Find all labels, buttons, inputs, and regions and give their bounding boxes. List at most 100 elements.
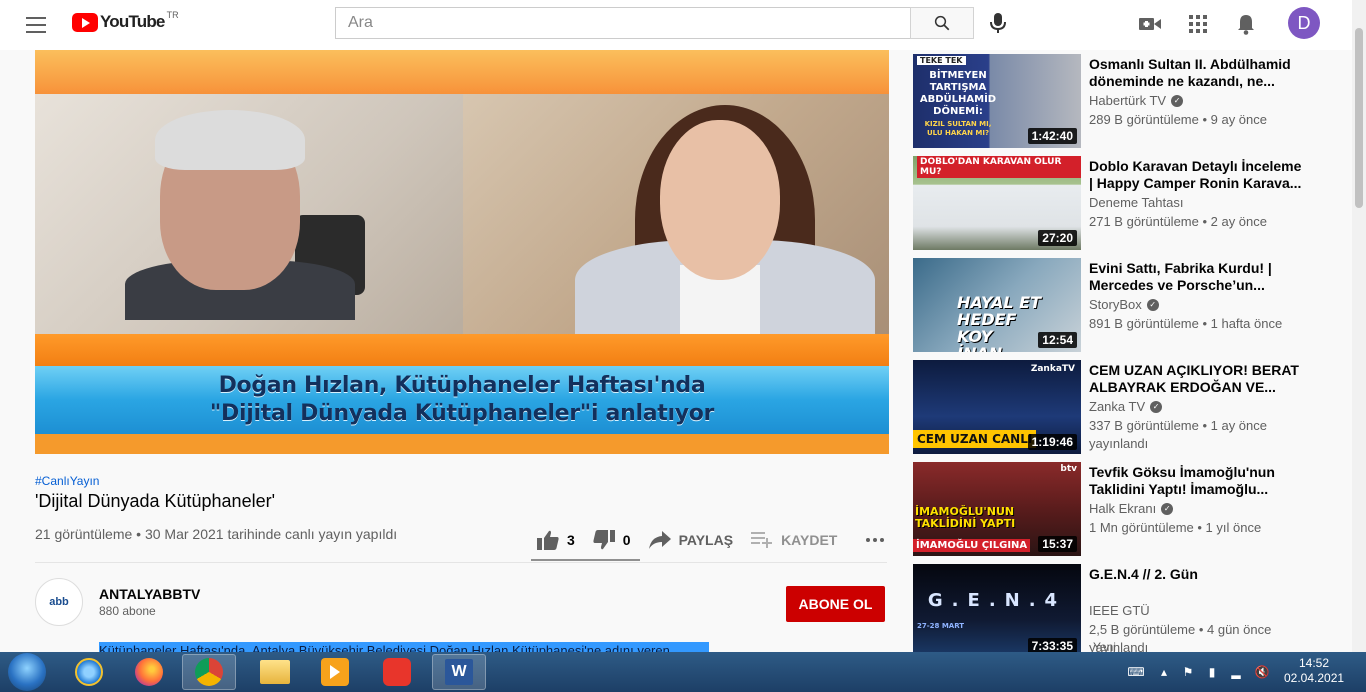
video-thumbnail[interactable]: G.E.N.4 27-28 MART 7:33:35: [913, 564, 1081, 658]
taskbar-chrome[interactable]: [182, 654, 236, 690]
recommendation-item[interactable]: TEKE TEK BİTMEYEN TARTIŞMA ABDÜLHAMİD DÖ…: [913, 54, 1343, 148]
recommendation-channel[interactable]: IEEE GTÜ: [1089, 603, 1150, 618]
firefox-icon: [135, 658, 163, 686]
recommendation-item[interactable]: G.E.N.4 27-28 MART 7:33:35 G.E.N.4 // 2.…: [913, 564, 1343, 658]
scrollbar-thumb[interactable]: [1355, 28, 1363, 208]
thumb-text: İMAMOĞLU'NUN TAKLİDİNİ YAPTI: [915, 505, 1016, 530]
duration-badge: 12:54: [1038, 332, 1077, 348]
dislike-count: 0: [622, 532, 631, 548]
notifications-bell-icon[interactable]: [1234, 12, 1258, 36]
recommendation-title[interactable]: CEM UZAN AÇIKLIYOR! BERAT ALBAYRAK ERDOĞ…: [1089, 362, 1309, 396]
channel-avatar-logo: abb: [49, 596, 69, 608]
action-center-flag-icon[interactable]: ⚑: [1180, 664, 1196, 680]
recommendation-channel[interactable]: Zanka TV ✓: [1089, 399, 1163, 414]
internet-explorer-icon: [75, 658, 103, 686]
network-signal-icon[interactable]: ▂: [1228, 664, 1244, 680]
app-red-icon: [383, 658, 411, 686]
broadcast-orange-band: [35, 334, 889, 366]
microphone-icon[interactable]: [986, 10, 1010, 36]
like-button[interactable]: 3: [537, 530, 575, 550]
youtube-logo[interactable]: YouTube TR: [72, 10, 179, 32]
video-thumbnail[interactable]: TEKE TEK BİTMEYEN TARTIŞMA ABDÜLHAMİD DÖ…: [913, 54, 1081, 148]
video-thumbnail[interactable]: btv İMAMOĞLU'NUN TAKLİDİNİ YAPTI İMAMOĞL…: [913, 462, 1081, 556]
page-scrollbar[interactable]: [1352, 0, 1366, 652]
verified-check-icon: ✓: [1150, 400, 1163, 413]
video-title: 'Dijital Dünyada Kütüphaneler': [35, 491, 276, 511]
windows-taskbar: W ⌨ ▴ ⚑ ▮ ▂ 🔇 14:52 02.04.2021: [0, 652, 1366, 692]
like-count: 3: [567, 532, 575, 548]
broadcast-frame-top: [35, 50, 889, 94]
search-button[interactable]: [910, 7, 974, 39]
recommendation-title[interactable]: Evini Sattı, Fabrika Kurdu! | Mercedes v…: [1089, 260, 1309, 294]
caption-line-2: "Dijital Dünyada Kütüphaneler"i anlatıyo…: [209, 401, 715, 426]
recommendation-channel[interactable]: Habertürk TV ✓: [1089, 93, 1184, 108]
apps-grid-icon[interactable]: [1186, 12, 1210, 36]
channel-label: Zanka TV: [1089, 399, 1146, 414]
subscribe-button[interactable]: ABONE OL: [786, 586, 885, 622]
verified-check-icon: ✓: [1161, 502, 1174, 515]
channel-label: Halk Ekranı: [1089, 501, 1157, 516]
recommendation-title[interactable]: Tevfik Göksu İmamoğlu'nun Taklidini Yapt…: [1089, 464, 1309, 498]
hamburger-menu-icon[interactable]: [24, 13, 48, 37]
thumb-top-label: btv: [1060, 464, 1077, 474]
search-input[interactable]: Ara: [335, 7, 911, 39]
more-actions-icon[interactable]: [865, 537, 885, 543]
create-video-icon[interactable]: [1138, 12, 1162, 36]
volume-muted-icon[interactable]: 🔇: [1254, 664, 1270, 680]
video-thumbnail[interactable]: HAYAL ET HEDEF KOY İNAN... 12:54: [913, 258, 1081, 352]
broadcast-caption: Doğan Hızlan, Kütüphaneler Haftası'nda "…: [35, 366, 889, 434]
keyboard-icon[interactable]: ⌨: [1127, 664, 1144, 680]
taskbar-file-explorer[interactable]: [248, 654, 302, 690]
recommendation-meta: 337 B görüntüleme • 1 ay önce yayınlandı: [1089, 418, 1268, 451]
recommendation-item[interactable]: HAYAL ET HEDEF KOY İNAN... 12:54 Evini S…: [913, 258, 1343, 352]
thumbs-up-icon: [537, 530, 559, 550]
channel-name[interactable]: ANTALYABBTV: [99, 586, 200, 602]
video-player[interactable]: Doğan Hızlan, Kütüphaneler Haftası'nda "…: [35, 50, 889, 454]
share-label: PAYLAŞ: [678, 532, 734, 548]
thumb-text: BİTMEYEN TARTIŞMA ABDÜLHAMİD DÖNEMİ:: [919, 70, 997, 117]
thumbs-down-icon: [593, 530, 615, 550]
recommendation-title[interactable]: G.E.N.4 // 2. Gün: [1089, 566, 1309, 583]
taskbar-firefox[interactable]: [122, 654, 176, 690]
youtube-play-icon: [72, 12, 98, 32]
taskbar-media-player[interactable]: [308, 654, 362, 690]
recommendation-title[interactable]: Osmanlı Sultan II. Abdülhamid döneminde …: [1089, 56, 1309, 90]
video-thumbnail[interactable]: ZankaTV CEM UZAN CANLI 1:19:46: [913, 360, 1081, 454]
channel-label: StoryBox: [1089, 297, 1142, 312]
search-icon: [934, 15, 950, 31]
recommendation-meta: 271 B görüntüleme • 2 ay önce: [1089, 214, 1268, 229]
dislike-button[interactable]: 0: [593, 530, 631, 550]
recommendation-title[interactable]: Doblo Karavan Detaylı İnceleme | Happy C…: [1089, 158, 1309, 192]
recommendation-channel[interactable]: StoryBox ✓: [1089, 297, 1159, 312]
share-button[interactable]: PAYLAŞ: [648, 531, 734, 549]
video-thumbnail[interactable]: DOBLO'DAN KARAVAN OLUR MU? 27:20: [913, 156, 1081, 250]
add-to-playlist-icon: [751, 532, 773, 548]
channel-avatar[interactable]: abb: [35, 578, 83, 626]
clock-date: 02.04.2021: [1284, 671, 1345, 685]
save-button[interactable]: KAYDET: [751, 532, 837, 548]
system-clock[interactable]: 14:52 02.04.2021: [1284, 656, 1344, 686]
recommendation-channel[interactable]: Halk Ekranı ✓: [1089, 501, 1174, 516]
taskbar-internet-explorer[interactable]: [62, 654, 116, 690]
channel-label: Habertürk TV: [1089, 93, 1167, 108]
taskbar-app-red[interactable]: [370, 654, 424, 690]
recommendation-item[interactable]: DOBLO'DAN KARAVAN OLUR MU? 27:20 Doblo K…: [913, 156, 1343, 250]
youtube-watch-page: YouTube TR Ara D Doğan Hızlan, Kütüphane…: [0, 0, 1366, 692]
thumb-subtext: KIZIL SULTAN MI, ULU HAKAN MI?: [924, 120, 992, 137]
duration-badge: 1:42:40: [1027, 128, 1077, 144]
recommendation-channel[interactable]: Deneme Tahtası: [1089, 195, 1183, 210]
tray-up-arrow-icon[interactable]: ▴: [1156, 664, 1172, 680]
hashtag-link[interactable]: #CanlıYayın: [35, 474, 99, 488]
recommendation-item[interactable]: btv İMAMOĞLU'NUN TAKLİDİNİ YAPTI İMAMOĞL…: [913, 462, 1343, 556]
battery-icon[interactable]: ▮: [1204, 664, 1220, 680]
taskbar-word[interactable]: W: [432, 654, 486, 690]
media-player-icon: [321, 658, 349, 686]
woman-figure-face: [660, 120, 780, 280]
user-avatar[interactable]: D: [1288, 7, 1320, 39]
windows-start-button[interactable]: [8, 653, 46, 691]
thumb-top-label: TEKE TEK: [917, 56, 966, 65]
verified-check-icon: ✓: [1146, 298, 1159, 311]
thumb-text: DOBLO'DAN KARAVAN OLUR MU?: [917, 156, 1081, 178]
recommendation-item[interactable]: ZankaTV CEM UZAN CANLI 1:19:46 CEM UZAN …: [913, 360, 1343, 454]
recommendation-meta: 289 B görüntüleme • 9 ay önce: [1089, 112, 1268, 127]
